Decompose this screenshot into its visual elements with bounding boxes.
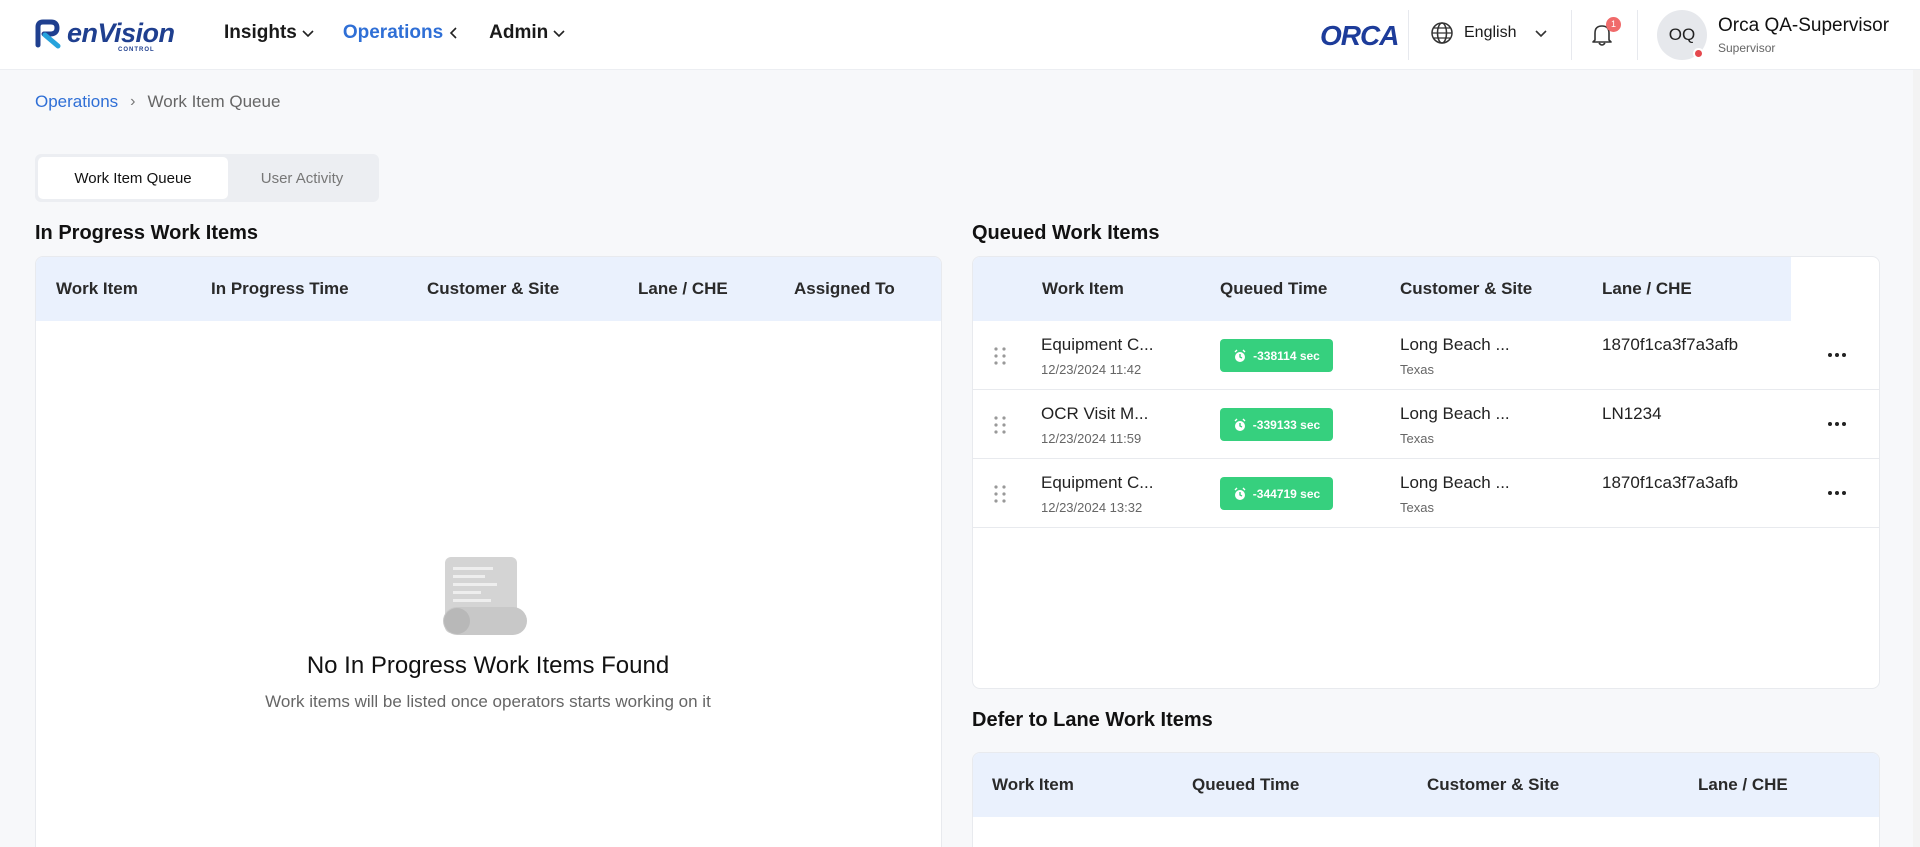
chevron-right-icon: › [130, 93, 136, 110]
column-header[interactable]: Lane / CHE [1698, 775, 1788, 795]
column-header[interactable]: In Progress Time [211, 279, 349, 299]
column-header[interactable]: Assigned To [794, 279, 895, 299]
breadcrumb-current: Work Item Queue [147, 92, 281, 111]
chevron-down-icon [302, 30, 314, 38]
timer-value: -338114 sec [1253, 348, 1320, 363]
queued-time-badge: -339133 sec [1220, 408, 1333, 441]
page-scrollbar[interactable] [1913, 70, 1920, 847]
chevron-left-icon [450, 27, 457, 39]
view-tabs: Work Item Queue User Activity [35, 154, 379, 202]
chevron-down-icon [553, 30, 565, 38]
divider [1637, 10, 1638, 60]
work-item-name[interactable]: Equipment C... [1041, 473, 1153, 493]
drag-handle-icon[interactable] [993, 484, 1007, 504]
more-options-icon[interactable] [1825, 418, 1849, 430]
site-region: Texas [1400, 362, 1434, 377]
brand-name: enVision [67, 18, 175, 48]
lane-che: LN1234 [1602, 404, 1662, 423]
empty-state-title: No In Progress Work Items Found [306, 652, 670, 679]
breadcrumb: Operations › Work Item Queue [35, 92, 280, 112]
site-region: Texas [1400, 500, 1434, 515]
queued-time-badge: -344719 sec [1220, 477, 1333, 510]
column-header[interactable]: Customer & Site [427, 279, 559, 299]
brand-subtitle: CONTROL [118, 47, 155, 53]
work-item-name[interactable]: OCR Visit M... [1041, 404, 1148, 424]
table-header: Work Item Queued Time Customer & Site La… [973, 257, 1791, 321]
nav-operations-label: Operations [342, 22, 444, 43]
divider [1408, 10, 1409, 60]
top-navigation-bar: enVision CONTROL Insights Operations Adm… [0, 0, 1920, 70]
empty-document-icon [443, 557, 527, 635]
breadcrumb-operations[interactable]: Operations [35, 92, 118, 112]
table-header: Work Item Queued Time Customer & Site La… [973, 753, 1879, 817]
nav-insights[interactable]: Insights [224, 22, 315, 44]
orca-logo: ORCA [1320, 20, 1399, 51]
drag-handle-icon[interactable] [993, 415, 1007, 435]
nav-admin-label: Admin [489, 22, 549, 43]
nav-insights-label: Insights [224, 22, 297, 43]
alarm-clock-icon [1234, 418, 1246, 431]
notification-count-badge: 1 [1606, 17, 1621, 32]
table-row[interactable]: Equipment C... 12/23/2024 11:42 -338114 … [973, 321, 1879, 390]
queued-table: Work Item Queued Time Customer & Site La… [972, 256, 1880, 689]
user-name[interactable]: Orca QA-Supervisor [1718, 15, 1889, 37]
status-indicator [1693, 48, 1704, 59]
column-header[interactable]: Lane / CHE [638, 279, 728, 299]
envision-logo[interactable]: enVision CONTROL [33, 18, 175, 53]
work-item-date: 12/23/2024 11:59 [1041, 431, 1142, 446]
table-header: Work Item In Progress Time Customer & Si… [36, 257, 941, 321]
column-header[interactable]: Queued Time [1220, 279, 1327, 299]
in-progress-title: In Progress Work Items [35, 222, 259, 244]
more-options-icon[interactable] [1825, 349, 1849, 361]
column-header[interactable]: Queued Time [1192, 775, 1299, 795]
table-row[interactable]: OCR Visit M... 12/23/2024 11:59 -339133 … [973, 390, 1879, 459]
timer-value: -344719 sec [1252, 486, 1321, 501]
queued-time-badge: -338114 sec [1220, 339, 1333, 372]
column-header[interactable]: Work Item [56, 279, 138, 299]
customer-site: Long Beach ... [1400, 335, 1510, 354]
work-item-date: 12/23/2024 11:42 [1041, 362, 1142, 377]
work-item-name[interactable]: Equipment C... [1041, 335, 1153, 355]
work-item-date: 12/23/2024 13:32 [1041, 500, 1143, 515]
alarm-clock-icon [1234, 349, 1246, 362]
more-options-icon[interactable] [1825, 487, 1849, 499]
empty-state-subtitle: Work items will be listed once operators… [265, 692, 711, 711]
chevron-down-icon [1535, 30, 1548, 38]
in-progress-table: Work Item In Progress Time Customer & Si… [35, 256, 942, 847]
user-role: Supervisor [1718, 41, 1776, 55]
defer-title: Defer to Lane Work Items [972, 709, 1213, 731]
queued-title: Queued Work Items [972, 222, 1160, 244]
lane-che: 1870f1ca3f7a3afb [1602, 473, 1739, 492]
column-header[interactable]: Work Item [1042, 279, 1124, 299]
column-header[interactable]: Work Item [992, 775, 1074, 795]
envision-logo-icon [35, 19, 61, 49]
customer-site: Long Beach ... [1400, 404, 1510, 423]
nav-operations[interactable]: Operations [343, 22, 461, 44]
alarm-clock-icon [1234, 487, 1246, 500]
table-row[interactable]: Equipment C... 12/23/2024 13:32 -344719 … [973, 459, 1879, 528]
main-nav: Insights Operations Admin [224, 22, 594, 44]
tab-work-item-queue[interactable]: Work Item Queue [38, 157, 228, 199]
defer-table: Work Item Queued Time Customer & Site La… [972, 752, 1880, 847]
language-label: English [1464, 24, 1517, 41]
column-header[interactable]: Customer & Site [1400, 279, 1532, 299]
drag-handle-icon[interactable] [993, 346, 1007, 366]
tab-user-activity[interactable]: User Activity [228, 157, 376, 199]
nav-admin[interactable]: Admin [489, 22, 566, 44]
customer-site: Long Beach ... [1400, 473, 1510, 492]
divider [1571, 10, 1572, 60]
globe-icon [1431, 22, 1453, 44]
column-header[interactable]: Customer & Site [1427, 775, 1559, 795]
language-selector[interactable]: English [1430, 21, 1548, 45]
timer-value: -339133 sec [1252, 417, 1321, 432]
lane-che: 1870f1ca3f7a3afb [1602, 335, 1739, 354]
column-header[interactable]: Lane / CHE [1602, 279, 1692, 299]
site-region: Texas [1400, 431, 1434, 446]
